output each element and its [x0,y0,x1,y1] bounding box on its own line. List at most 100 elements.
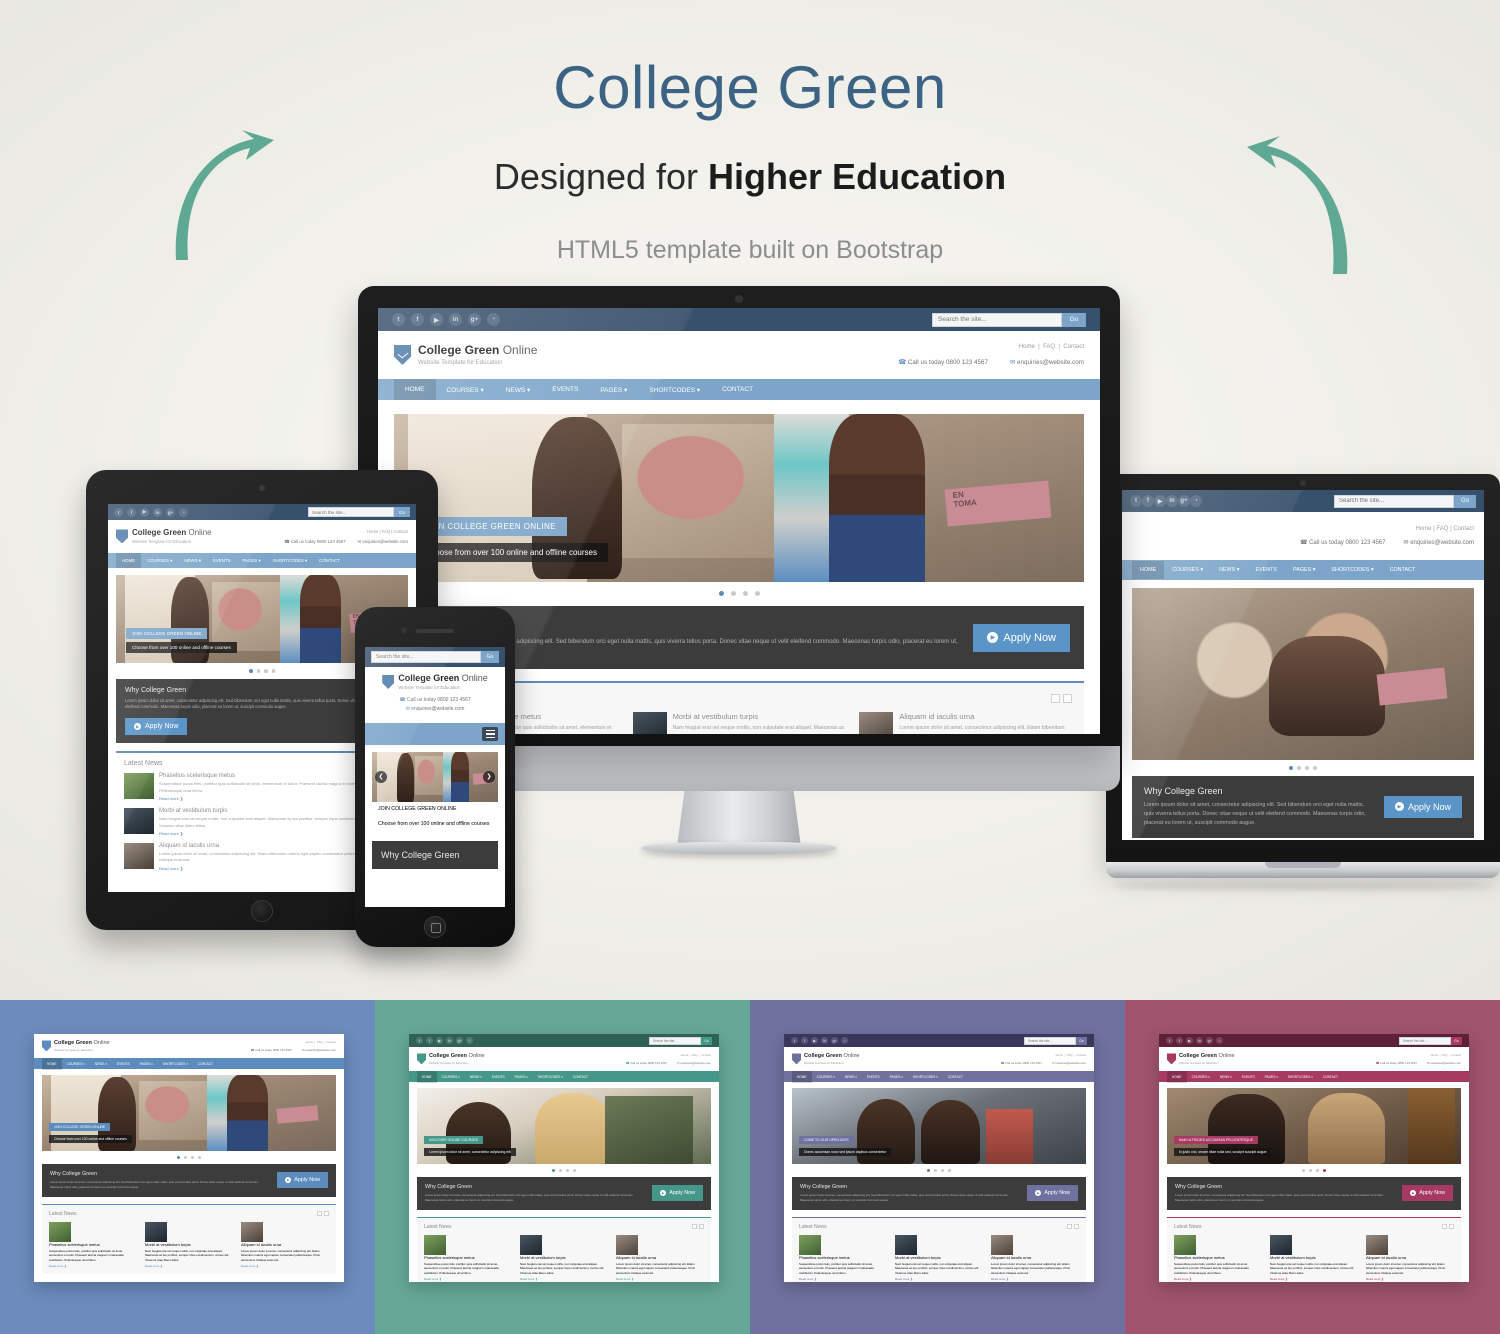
rss-icon[interactable]: ◔ [487,313,500,326]
rss-icon[interactable]: ◔ [841,1037,848,1044]
nav-item-pages[interactable]: PAGES ▾ [135,1058,158,1070]
nav-item-shortcodes[interactable]: SHORTCODES ▾ [908,1071,943,1083]
youtube-icon[interactable]: ▶ [436,1037,443,1044]
news-prev-button[interactable] [317,1211,322,1217]
news-carousel-controls[interactable] [317,1211,329,1217]
news-item[interactable]: Phasellus scelerisque metusSuspendisse p… [799,1234,887,1281]
twitter-icon[interactable]: t [1130,495,1142,507]
news-item[interactable]: Aliquam id iaculis urna Lorem ipsum dolor… [1366,1234,1454,1281]
news-item[interactable]: Morbi at vestibulum turpis Nam feugiat er… [895,1234,983,1281]
nav-item-events[interactable]: EVENTS [487,1071,510,1083]
twitter-icon[interactable]: t [416,1037,423,1044]
carousel-prev-button[interactable]: ❮ [375,770,387,783]
facebook-icon[interactable]: f [801,1037,808,1044]
youtube-icon[interactable]: ▶ [1186,1037,1193,1044]
nav-item-courses[interactable]: COURSES ▾ [436,379,495,401]
twitter-icon[interactable]: t [392,313,405,326]
utility-links[interactable]: Home | FAQ | Contact [898,344,1084,350]
carousel-dot[interactable] [264,669,268,673]
carousel-dot[interactable] [256,669,260,673]
utility-link-home[interactable]: Home [1019,344,1035,350]
nav-item-events[interactable]: EVENTS [207,553,237,568]
search-form[interactable]: Go [371,651,499,663]
main-nav[interactable]: HOME COURSES ▾ NEWS ▾ EVENTS PAGES ▾ SHORTCOD… [108,553,416,568]
nav-item-contact[interactable]: CONTACT [568,1071,593,1083]
news-item[interactable]: Morbi at vestibulum turpis Nam feugiat er… [520,1234,608,1281]
apply-now-button[interactable]: ▶ Apply Now [973,623,1070,652]
rss-icon[interactable]: ◔ [1190,495,1202,507]
carousel-dot[interactable] [1305,766,1309,770]
read-more-link[interactable]: Read more ❯ [145,1264,233,1268]
email-address[interactable]: ✉ enquiries@website.com [1052,1061,1086,1065]
news-prev-button[interactable] [1067,1224,1072,1230]
nav-item-contact[interactable]: CONTACT [1318,1071,1343,1083]
read-more-link[interactable]: Read more ❯ [424,1277,512,1281]
youtube-icon[interactable]: ▶ [1154,495,1166,507]
read-more-link[interactable]: Read more ❯ [241,1264,329,1268]
phone-number[interactable]: ☎ Call us today 0800 123 4567 [1376,1061,1417,1065]
carousel-dot[interactable] [1309,1169,1312,1172]
news-carousel-controls[interactable] [692,1224,704,1230]
nav-item-contact[interactable]: CONTACT [711,379,764,400]
phone-number[interactable]: ☎ Call us today 0800 123 4567 [626,1061,667,1065]
utility-links[interactable]: Home | FAQ | Contact [626,1053,711,1057]
search-go-button[interactable]: Go [701,1036,712,1045]
linkedin-icon[interactable]: in [1166,495,1178,507]
search-input[interactable] [371,651,481,663]
googleplus-icon[interactable]: g+ [831,1037,838,1044]
brand-logo[interactable]: College Green Online Website Template fo… [372,673,498,690]
email-address[interactable]: ✉ enquiries@website.com [677,1061,711,1065]
facebook-icon[interactable]: f [1142,495,1154,507]
nav-item-pages[interactable]: PAGES ▾ [589,379,638,401]
utility-links[interactable]: Home | FAQ | Contact [284,529,408,534]
read-more-link[interactable]: Read more ❯ [991,1277,1079,1281]
nav-item-home[interactable]: HOME [394,379,436,400]
apply-now-button[interactable]: ▶ Apply Now [277,1172,328,1189]
news-carousel-controls[interactable] [1442,1224,1454,1230]
nav-item-home[interactable]: HOME [42,1057,62,1070]
news-item[interactable]: Aliquam id iaculis urna Lorem ipsum dolor… [241,1221,329,1268]
read-more-link[interactable]: Read more ❯ [1174,1277,1262,1281]
phone-number[interactable]: ☎ Call us today 0800 123 4567 [898,359,988,366]
variant-screenshot-purple[interactable]: tf▶ing+◔GoCollege Green OnlineWebsite Te… [784,1034,1094,1282]
linkedin-icon[interactable]: in [449,313,462,326]
nav-item-news[interactable]: NEWS ▾ [465,1071,487,1083]
youtube-icon[interactable]: ▶ [140,507,149,517]
carousel-dot[interactable] [718,591,724,596]
brand-logo[interactable]: College Green Online Website Template for… [42,1040,110,1052]
carousel-dot[interactable] [198,1156,201,1159]
carousel-dot[interactable] [191,1156,194,1159]
social-links[interactable]: t f ▶ in g+ ◔ [114,507,188,517]
facebook-icon[interactable]: f [127,507,136,517]
nav-item-events[interactable]: EVENTS [1247,561,1285,579]
news-prev-button[interactable] [692,1224,697,1230]
googleplus-icon[interactable]: g+ [468,313,481,326]
nav-item-events[interactable]: EVENTS [1237,1071,1260,1083]
nav-item-contact[interactable]: CONTACT [1382,561,1424,579]
carousel-dot[interactable] [177,1156,180,1159]
social-links[interactable]: t f ▶ in g+ ◔ [392,313,500,326]
search-go-button[interactable]: Go [481,651,499,663]
nav-item-pages[interactable]: PAGES ▾ [237,553,267,569]
utility-link-contact[interactable]: Contact [1063,344,1084,350]
carousel-next-button[interactable]: ❯ [483,770,495,783]
phone-number[interactable]: ☎ Call us today 0800 123 4567 [284,539,345,545]
apply-now-button[interactable]: ▶ Apply Now [1027,1185,1078,1202]
news-next-button[interactable] [1449,1224,1454,1230]
nav-item-events[interactable]: EVENTS [112,1058,135,1070]
brand-logo[interactable]: College Green Online Website Template fo… [394,343,537,366]
news-item[interactable]: Phasellus scelerisque metusSuspendisse p… [424,1234,512,1281]
apply-now-button[interactable]: ▶ Apply Now [652,1185,703,1202]
read-more-link[interactable]: Read more ❯ [1270,1277,1358,1281]
search-form[interactable]: Go [932,312,1086,327]
social-links[interactable]: t f ▶ in g+ ◔ [791,1037,848,1044]
rss-icon[interactable]: ◔ [179,507,188,517]
linkedin-icon[interactable]: in [153,507,162,517]
news-item[interactable]: Aliquam id iaculis urna Lorem ipsum dolor… [991,1234,1079,1281]
carousel-dot[interactable] [1297,766,1301,770]
nav-item-pages[interactable]: PAGES ▾ [885,1071,908,1083]
email-address[interactable]: ✉ enquiries@website.com [358,539,408,545]
email-address[interactable]: ✉ enquiries@website.com [1404,539,1475,546]
nav-item-contact[interactable]: CONTACT [313,553,346,568]
carousel-dot[interactable] [1323,1169,1326,1172]
